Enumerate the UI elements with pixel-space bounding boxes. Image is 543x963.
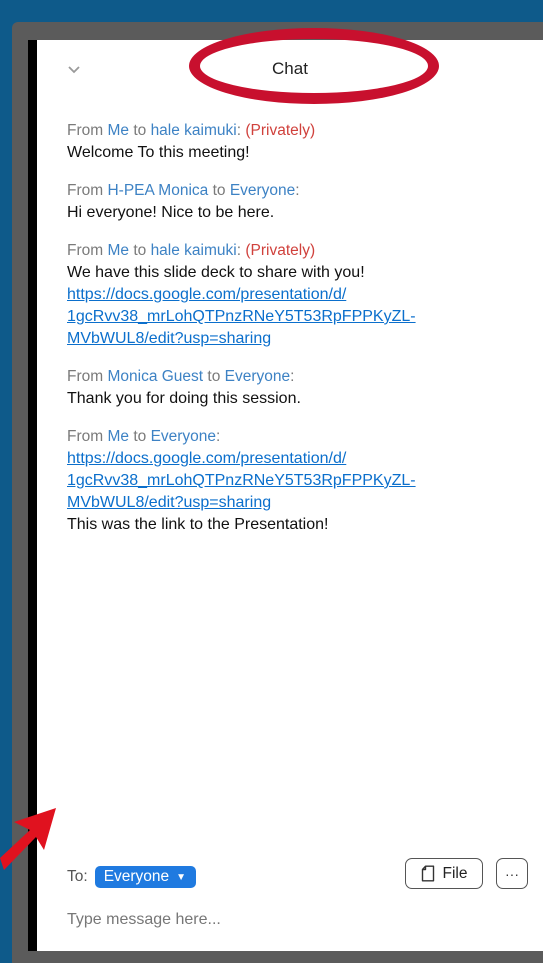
sender-name: Me [107,428,130,445]
recipient-name: Everyone [224,368,291,385]
caret-down-icon: ▼ [176,871,187,883]
sender-name: H-PEA Monica [107,182,209,199]
chat-message: From Me to Everyone: https://docs.google… [67,426,537,536]
message-text: Hi everyone! Nice to be here. [67,204,275,221]
recipient-name: Everyone [150,428,217,445]
recipient-name: hale kaimuki [150,122,237,139]
annotation-arrow [0,808,56,870]
separator: : [216,428,221,445]
message-text: This was the link to the Presentation! [67,516,329,533]
file-icon [421,865,434,882]
sender-name: Monica Guest [107,368,204,385]
from-prefix: From [67,122,108,139]
presentation-link[interactable]: 1gcRvv38_mrLohQTPnzRNeY5T53RpFPPKyZL- [67,306,537,328]
recipient-dropdown[interactable]: Everyone ▼ [94,866,197,888]
presentation-link[interactable]: MVbWUL8/edit?usp=sharing [67,492,537,514]
to-prefix: to [129,242,151,259]
from-prefix: From [67,428,108,445]
more-options-button[interactable]: ··· [496,858,528,889]
chat-header: Chat [37,28,543,104]
privacy-label: (Privately) [245,242,316,259]
separator: : [295,182,300,199]
separator: : [290,368,295,385]
message-meta: From H-PEA Monica to Everyone: [67,180,537,202]
recipient-value: Everyone [103,868,170,885]
chat-panel: Chat From Me to hale kaimuki: (Privately… [37,28,543,951]
recipient-name: Everyone [229,182,296,199]
file-button[interactable]: File [405,858,483,889]
presentation-link[interactable]: MVbWUL8/edit?usp=sharing [67,328,537,350]
message-meta: From Me to Everyone: [67,426,537,448]
sender-name: Me [107,242,130,259]
message-text: Welcome To this meeting! [67,144,250,161]
presentation-link[interactable]: https://docs.google.com/presentation/d/ [67,448,537,470]
from-prefix: From [67,182,108,199]
from-prefix: From [67,368,108,385]
chat-message: From Monica Guest to Everyone: Thank you… [67,366,537,410]
to-prefix: to [129,122,151,139]
from-prefix: From [67,242,108,259]
privacy-label: (Privately) [245,122,316,139]
chat-message: From Me to hale kaimuki: (Privately) We … [67,240,537,350]
file-label: File [442,864,468,882]
to-prefix: to [203,368,225,385]
to-prefix: to [208,182,230,199]
message-meta: From Monica Guest to Everyone: [67,366,537,388]
to-label: To: [67,868,88,885]
presentation-link[interactable]: 1gcRvv38_mrLohQTPnzRNeY5T53RpFPPKyZL- [67,470,537,492]
presentation-link[interactable]: https://docs.google.com/presentation/d/ [67,284,537,306]
chat-message: From Me to hale kaimuki: (Privately) Wel… [67,120,537,164]
annotation-circle [189,28,439,104]
message-list: From Me to hale kaimuki: (Privately) Wel… [67,120,537,552]
message-text: Thank you for doing this session. [67,390,301,407]
to-prefix: to [129,428,151,445]
message-text: We have this slide deck to share with yo… [67,264,365,281]
chat-message: From H-PEA Monica to Everyone: Hi everyo… [67,180,537,224]
more-icon: ··· [505,865,519,882]
recipient-row: To: Everyone ▼ [67,865,197,889]
recipient-name: hale kaimuki [150,242,237,259]
message-meta: From Me to hale kaimuki: (Privately) [67,240,537,262]
sender-name: Me [107,122,130,139]
message-input[interactable] [67,905,527,935]
message-meta: From Me to hale kaimuki: (Privately) [67,120,537,142]
